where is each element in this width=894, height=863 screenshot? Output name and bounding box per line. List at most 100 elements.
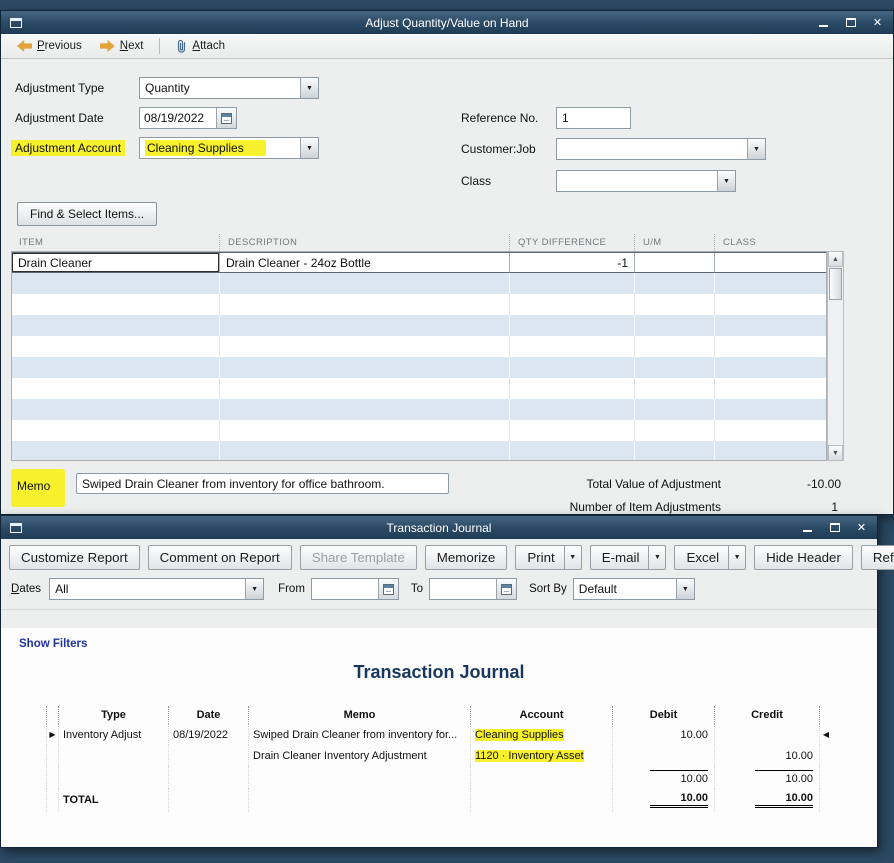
dropdown-arrow-icon[interactable]: ▼ bbox=[675, 579, 694, 599]
memo-input[interactable]: Swiped Drain Cleaner from inventory for … bbox=[76, 473, 449, 494]
total-label: TOTAL bbox=[59, 788, 169, 812]
email-button[interactable]: E-mail ▼ bbox=[589, 545, 667, 570]
empty-item-row[interactable] bbox=[12, 315, 826, 336]
empty-item-row[interactable] bbox=[12, 294, 826, 315]
row-selector-left-icon: ▶ bbox=[46, 724, 59, 745]
empty-item-row[interactable] bbox=[12, 336, 826, 357]
window-restore-icon[interactable] bbox=[10, 522, 22, 533]
calendar-button[interactable] bbox=[496, 579, 517, 599]
customize-report-button[interactable]: Customize Report bbox=[9, 545, 140, 570]
scrollbar-down-icon[interactable]: ▼ bbox=[828, 445, 843, 461]
empty-item-row[interactable] bbox=[12, 378, 826, 399]
description-cell[interactable]: Drain Cleaner - 24oz Bottle bbox=[220, 253, 510, 272]
print-dropdown-arrow-icon[interactable]: ▼ bbox=[563, 546, 581, 569]
empty-item-row[interactable] bbox=[12, 420, 826, 441]
reference-no-label: Reference No. bbox=[461, 111, 539, 125]
dropdown-arrow-icon[interactable]: ▼ bbox=[717, 171, 735, 191]
print-button[interactable]: Print ▼ bbox=[515, 545, 582, 570]
type-cell: Inventory Adjust bbox=[59, 724, 169, 745]
empty-item-row[interactable] bbox=[12, 441, 826, 460]
attach-button[interactable]: Attach bbox=[170, 37, 231, 56]
items-table-row[interactable]: Drain Cleaner Drain Cleaner - 24oz Bottl… bbox=[12, 252, 826, 273]
empty-item-row[interactable] bbox=[12, 399, 826, 420]
next-arrow-icon bbox=[99, 40, 115, 52]
item-cell[interactable]: Drain Cleaner bbox=[12, 253, 220, 272]
qty-difference-cell[interactable]: -1 bbox=[510, 253, 635, 272]
items-table-scrollbar[interactable]: ▲ ▼ bbox=[827, 251, 844, 461]
transaction-journal-window: Transaction Journal ✕ Customize Report C… bbox=[0, 515, 894, 848]
um-cell[interactable] bbox=[635, 253, 715, 272]
dropdown-arrow-icon[interactable]: ▼ bbox=[747, 139, 765, 159]
email-label: E-mail bbox=[601, 550, 640, 565]
print-label: Print bbox=[527, 550, 555, 565]
journal-row[interactable]: Drain Cleaner Inventory Adjustment 1120 … bbox=[46, 745, 832, 766]
journal-table: Type Date Memo Account Debit Credit ▶ In… bbox=[46, 706, 832, 812]
window-restore-icon[interactable] bbox=[10, 17, 22, 28]
dropdown-arrow-icon[interactable]: ▼ bbox=[300, 78, 318, 98]
class-cell[interactable] bbox=[715, 253, 826, 272]
email-dropdown-arrow-icon[interactable]: ▼ bbox=[648, 546, 665, 569]
journal-titlebar[interactable]: Transaction Journal ✕ bbox=[1, 516, 877, 539]
minimize-icon bbox=[803, 530, 812, 532]
maximize-icon bbox=[829, 523, 840, 532]
previous-button[interactable]: Previous bbox=[11, 38, 88, 54]
sort-by-dropdown[interactable]: Default ▼ bbox=[572, 578, 695, 600]
refresh-button[interactable]: Refresh bbox=[860, 545, 894, 570]
customer-job-label: Customer:Job bbox=[461, 142, 536, 156]
credit-cell: 10.00 bbox=[715, 745, 820, 766]
class-label: Class bbox=[461, 174, 492, 188]
comment-on-report-button[interactable]: Comment on Report bbox=[147, 545, 292, 570]
customer-job-dropdown[interactable]: ▼ bbox=[556, 138, 766, 160]
adjust-titlebar[interactable]: Adjust Quantity/Value on Hand ✕ bbox=[1, 11, 893, 34]
to-date-field[interactable] bbox=[429, 578, 518, 600]
to-label: To bbox=[410, 583, 424, 595]
show-filters-link[interactable]: Show Filters bbox=[19, 638, 87, 650]
previous-arrow-icon bbox=[17, 40, 32, 52]
scrollbar-up-icon[interactable]: ▲ bbox=[828, 251, 843, 267]
dates-dropdown[interactable]: All ▼ bbox=[49, 578, 265, 600]
excel-button[interactable]: Excel ▼ bbox=[674, 545, 747, 570]
credit-cell bbox=[715, 724, 820, 745]
next-button[interactable]: Next bbox=[94, 38, 150, 54]
total-debit-cell: 10.00 bbox=[613, 788, 715, 812]
item-adjustments-label: Number of Item Adjustments bbox=[569, 500, 721, 514]
adjustment-date-label: Adjustment Date bbox=[15, 111, 104, 125]
hide-header-button[interactable]: Hide Header bbox=[754, 545, 853, 570]
calendar-button[interactable] bbox=[377, 579, 398, 599]
col-header-debit: Debit bbox=[613, 706, 715, 724]
toolbar-separator bbox=[159, 38, 161, 54]
journal-row[interactable]: ▶ Inventory Adjust 08/19/2022 Swiped Dra… bbox=[46, 724, 832, 745]
empty-item-row[interactable] bbox=[12, 357, 826, 378]
dropdown-arrow-icon[interactable]: ▼ bbox=[300, 138, 318, 158]
empty-item-row[interactable] bbox=[12, 273, 826, 294]
find-select-items-button[interactable]: Find & Select Items... bbox=[17, 202, 158, 226]
adjustment-date-field[interactable]: 08/19/2022 bbox=[139, 107, 237, 129]
maximize-button[interactable] bbox=[843, 15, 858, 30]
class-dropdown[interactable]: ▼ bbox=[556, 170, 736, 192]
maximize-button[interactable] bbox=[827, 520, 842, 535]
journal-window-title: Transaction Journal bbox=[386, 520, 492, 535]
memo-label: Memo bbox=[17, 479, 51, 493]
debit-cell: 10.00 bbox=[613, 724, 715, 745]
memorize-button[interactable]: Memorize bbox=[424, 545, 508, 570]
col-header-um: U/M bbox=[634, 234, 714, 251]
items-table-header: ITEM DESCRIPTION QTY DIFFERENCE U/M CLAS… bbox=[11, 234, 827, 251]
share-template-button: Share Template bbox=[299, 545, 417, 570]
scrollbar-thumb[interactable] bbox=[829, 268, 842, 300]
close-button[interactable]: ✕ bbox=[870, 15, 885, 30]
highlighted-account: 1120 · Inventory Asset bbox=[475, 749, 584, 762]
minimize-button[interactable] bbox=[816, 15, 831, 30]
adjustment-type-dropdown[interactable]: Quantity ▼ bbox=[139, 77, 319, 99]
minimize-button[interactable] bbox=[800, 520, 815, 535]
maximize-icon bbox=[845, 18, 856, 27]
close-button[interactable]: ✕ bbox=[854, 520, 869, 535]
reference-no-input[interactable]: 1 bbox=[556, 107, 631, 129]
date-cell: 08/19/2022 bbox=[169, 724, 249, 745]
calendar-button[interactable] bbox=[216, 108, 236, 128]
dropdown-arrow-icon[interactable]: ▼ bbox=[245, 579, 264, 599]
from-date-field[interactable] bbox=[310, 578, 399, 600]
excel-dropdown-arrow-icon[interactable]: ▼ bbox=[728, 546, 745, 569]
row-selector-right-icon: ◀ bbox=[822, 730, 830, 739]
calendar-icon bbox=[382, 583, 394, 595]
adjustment-account-dropdown[interactable]: Cleaning Supplies ▼ bbox=[139, 137, 319, 159]
